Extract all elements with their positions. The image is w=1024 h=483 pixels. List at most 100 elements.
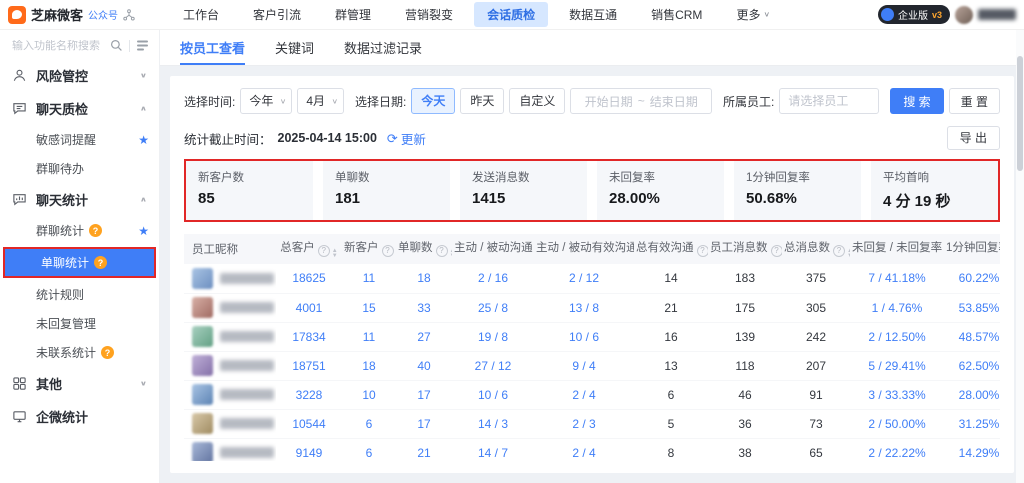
star-icon[interactable]: ★ <box>138 133 149 147</box>
official-account-badge[interactable]: 公众号 <box>88 7 118 22</box>
collapse-menu-icon[interactable] <box>136 39 149 52</box>
sidebar-group[interactable]: 其他∨ <box>0 367 159 400</box>
data-cell[interactable]: 2 / 22.22% <box>850 438 944 461</box>
sort-icon[interactable]: ▲▼ <box>847 249 850 259</box>
avatar[interactable] <box>955 6 973 24</box>
sidebar-group[interactable]: 企微统计 <box>0 400 159 433</box>
search-icon[interactable] <box>110 39 123 52</box>
data-cell[interactable]: 9149 <box>276 438 342 461</box>
help-badge-icon[interactable]: ? <box>89 224 102 237</box>
data-cell[interactable]: 21 <box>396 438 452 461</box>
data-cell[interactable]: 60.22% <box>944 264 1000 293</box>
data-cell[interactable]: 6 <box>342 438 396 461</box>
tab-item[interactable]: 关键词 <box>275 30 314 65</box>
column-header[interactable]: 总消息数?▲▼ <box>782 234 850 264</box>
help-badge-icon[interactable]: ? <box>94 256 107 269</box>
sidebar-group[interactable]: 风险管控∨ <box>0 59 159 92</box>
data-cell[interactable]: 27 <box>396 322 452 351</box>
help-icon[interactable]: ? <box>318 245 330 257</box>
data-cell[interactable]: 14.29% <box>944 438 1000 461</box>
scrollbar-thumb[interactable] <box>1017 56 1023 171</box>
plan-badge[interactable]: 企业版 v3 <box>878 5 950 24</box>
data-cell[interactable]: 33 <box>396 293 452 322</box>
nav-item[interactable]: 更多∨ <box>723 2 783 27</box>
help-badge-icon[interactable]: ? <box>101 346 114 359</box>
nav-item[interactable]: 会话质检 <box>474 2 548 27</box>
data-cell[interactable]: 11 <box>342 264 396 293</box>
reset-button[interactable]: 重 置 <box>949 88 1000 114</box>
data-cell[interactable]: 15 <box>342 293 396 322</box>
nav-item[interactable]: 销售CRM <box>638 2 715 27</box>
data-cell[interactable]: 40 <box>396 351 452 380</box>
nav-item[interactable]: 客户引流 <box>240 2 314 27</box>
sidebar-item[interactable]: 群聊统计?★ <box>0 216 159 245</box>
column-header[interactable]: 总有效沟通?▲▼ <box>634 234 708 264</box>
data-cell[interactable]: 48.57% <box>944 322 1000 351</box>
page-scrollbar[interactable] <box>1016 30 1024 483</box>
column-header[interactable]: 员工昵称 <box>184 234 276 264</box>
nav-item[interactable]: 营销裂变 <box>392 2 466 27</box>
data-cell[interactable]: 10 <box>342 380 396 409</box>
data-cell[interactable]: 2 / 12.50% <box>850 322 944 351</box>
data-cell[interactable]: 2 / 12 <box>534 264 634 293</box>
help-icon[interactable]: ? <box>697 245 709 257</box>
help-icon[interactable]: ? <box>833 245 845 257</box>
data-cell[interactable]: 31.25% <box>944 409 1000 438</box>
search-input[interactable] <box>12 40 104 52</box>
sort-icon[interactable]: ▲▼ <box>332 249 338 259</box>
nav-item[interactable]: 工作台 <box>170 2 232 27</box>
data-cell[interactable]: 17 <box>396 380 452 409</box>
sidebar-item[interactable]: 未联系统计? <box>0 338 159 367</box>
column-header[interactable]: 主动 / 被动沟通?▲▼ <box>452 234 534 264</box>
column-header[interactable]: 总客户?▲▼ <box>276 234 342 264</box>
tab-item[interactable]: 按员工查看 <box>180 30 245 65</box>
help-icon[interactable]: ? <box>382 245 394 257</box>
data-cell[interactable]: 19 / 8 <box>452 322 534 351</box>
column-header[interactable]: 员工消息数?▲▼ <box>708 234 782 264</box>
data-cell[interactable]: 13 / 8 <box>534 293 634 322</box>
data-cell[interactable]: 3 / 33.33% <box>850 380 944 409</box>
quick-date-button[interactable]: 今天 <box>411 88 455 114</box>
data-cell[interactable]: 1 / 4.76% <box>850 293 944 322</box>
data-cell[interactable]: 7 / 41.18% <box>850 264 944 293</box>
sidebar-group[interactable]: 聊天质检∧ <box>0 92 159 125</box>
staff-select-input[interactable] <box>779 88 879 114</box>
data-cell[interactable]: 10 / 6 <box>534 322 634 351</box>
sidebar-item[interactable]: 群聊待办 <box>0 154 159 183</box>
column-header[interactable]: 主动 / 被动有效沟通?▲▼ <box>534 234 634 264</box>
sidebar-item[interactable]: 统计规则 <box>0 280 159 309</box>
data-cell[interactable]: 5 / 29.41% <box>850 351 944 380</box>
nav-item[interactable]: 数据互通 <box>556 2 630 27</box>
column-header[interactable]: 新客户?▲▼ <box>342 234 396 264</box>
star-icon[interactable]: ★ <box>138 224 149 238</box>
column-header[interactable]: 单聊数?▲▼ <box>396 234 452 264</box>
data-cell[interactable]: 14 / 7 <box>452 438 534 461</box>
sidebar-item[interactable]: 未回复管理 <box>0 309 159 338</box>
sort-icon[interactable]: ▲▼ <box>450 249 453 259</box>
data-cell[interactable]: 2 / 4 <box>534 380 634 409</box>
data-cell[interactable]: 9 / 4 <box>534 351 634 380</box>
data-cell[interactable]: 18 <box>396 264 452 293</box>
data-cell[interactable]: 11 <box>342 322 396 351</box>
nav-item[interactable]: 群管理 <box>322 2 384 27</box>
column-header[interactable]: 未回复 / 未回复率?▲▼ <box>850 234 944 264</box>
quick-date-button[interactable]: 昨天 <box>460 88 504 114</box>
month-select[interactable]: 4月∨ <box>297 88 344 114</box>
year-select[interactable]: 今年∨ <box>240 88 292 114</box>
tab-item[interactable]: 数据过滤记录 <box>344 30 422 65</box>
data-cell[interactable]: 4001 <box>276 293 342 322</box>
data-cell[interactable]: 6 <box>342 409 396 438</box>
data-cell[interactable]: 17 <box>396 409 452 438</box>
sidebar-group[interactable]: 聊天统计∧ <box>0 183 159 216</box>
data-cell[interactable]: 18751 <box>276 351 342 380</box>
data-cell[interactable]: 2 / 3 <box>534 409 634 438</box>
data-cell[interactable]: 10544 <box>276 409 342 438</box>
column-header[interactable]: 1分钟回复率?▲▼ <box>944 234 1000 264</box>
sidebar-item[interactable]: 敏感词提醒★ <box>0 125 159 154</box>
help-icon[interactable]: ? <box>771 245 783 257</box>
data-cell[interactable]: 3228 <box>276 380 342 409</box>
data-cell[interactable]: 2 / 4 <box>534 438 634 461</box>
org-switch-icon[interactable] <box>123 9 135 21</box>
data-cell[interactable]: 18 <box>342 351 396 380</box>
data-cell[interactable]: 25 / 8 <box>452 293 534 322</box>
